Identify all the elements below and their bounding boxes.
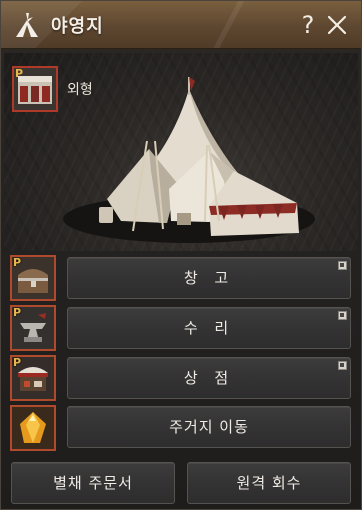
remote-recall-label: 원격 회수	[236, 474, 302, 492]
storage-slot[interactable]: P	[10, 255, 56, 301]
storage-badge: P	[13, 256, 22, 269]
tent-illustration	[63, 77, 315, 243]
repair-slot[interactable]: P	[10, 305, 56, 351]
annex-order-label: 별채 주문서	[53, 474, 133, 492]
expand-corner-icon	[338, 311, 347, 320]
shop-button[interactable]: 상 점	[67, 357, 351, 399]
camp-preview: P 외형	[4, 53, 358, 251]
repair-button[interactable]: 수 리	[67, 307, 351, 349]
expand-corner-icon	[338, 261, 347, 270]
camp-window: 야영지 ? P 외형 P 창 고 P 수 리 P 상 점 주거지 이동 별채 주…	[0, 0, 362, 510]
appearance-slot[interactable]: P	[12, 66, 58, 112]
expand-corner-icon	[338, 361, 347, 370]
residence-move-label: 주거지 이동	[169, 418, 249, 436]
title-bar[interactable]: 야영지 ?	[1, 1, 361, 49]
help-button[interactable]: ?	[297, 10, 319, 40]
shop-badge: P	[13, 356, 22, 369]
shop-label: 상 점	[183, 369, 235, 387]
repair-label: 수 리	[183, 319, 235, 337]
residence-move-slot[interactable]	[10, 405, 56, 451]
close-icon[interactable]	[326, 14, 348, 36]
window-title: 야영지	[51, 16, 104, 37]
remote-recall-button[interactable]: 원격 회수	[187, 462, 351, 504]
annex-order-button[interactable]: 별채 주문서	[11, 462, 175, 504]
shop-slot[interactable]: P	[10, 355, 56, 401]
storage-label: 창 고	[183, 269, 235, 287]
camp-flag-icon	[16, 13, 38, 37]
appearance-badge: P	[15, 67, 24, 80]
amber-crystal-icon	[12, 407, 54, 449]
storage-button[interactable]: 창 고	[67, 257, 351, 299]
repair-badge: P	[13, 306, 22, 319]
residence-move-button[interactable]: 주거지 이동	[67, 406, 351, 448]
